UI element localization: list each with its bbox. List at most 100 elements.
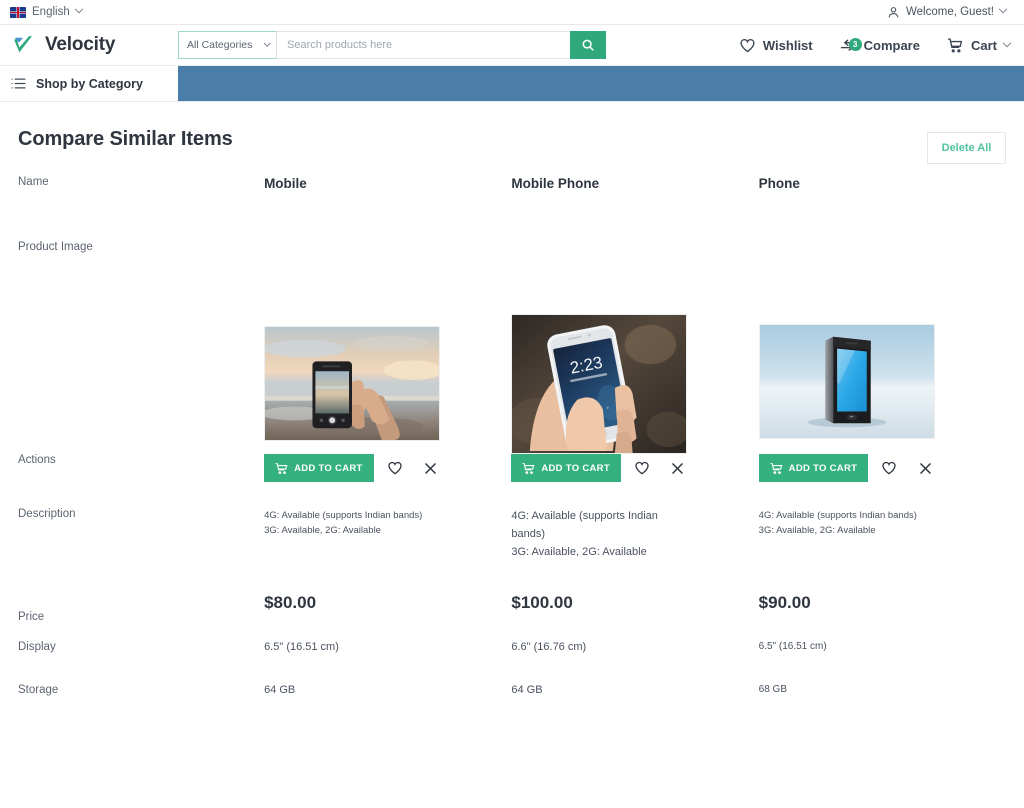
cart-icon [947,38,963,53]
close-x-icon [672,462,684,474]
black-smartphone-render [759,325,934,438]
chevron-down-icon [1002,38,1012,47]
search-input[interactable] [277,31,570,59]
page-title: Compare Similar Items [18,128,233,150]
compare-label: Compare [863,38,920,53]
product-image-1[interactable] [264,326,441,441]
compare-page-content: Compare Similar Items Delete All Name Mo… [0,102,1024,696]
add-to-wishlist-button-3[interactable] [874,454,904,482]
description-line-1: 4G: Available (supports Indian bands) [511,510,658,540]
row-label-price: Price [18,611,45,623]
compare-table: Name Mobile Mobile Phone Phone Product I… [18,176,1006,696]
add-to-cart-button-3[interactable]: ADD TO CART [758,454,869,482]
search-icon [582,39,594,51]
hamburger-list-icon [11,78,26,89]
description-line-2: 3G: Available, 2G: Available [264,525,381,537]
description-cell-3: 4G: Available (supports Indian bands) 3G… [759,508,1006,593]
product-image-cell-3 [758,241,1006,454]
account-menu[interactable]: Welcome, Guest! [887,4,1008,19]
brand-name: Velocity [45,34,116,55]
heart-icon [635,461,649,475]
price-2: $100.00 [511,593,573,612]
shop-by-category-button[interactable]: Shop by Category [0,66,178,101]
category-select[interactable]: All Categories [178,31,277,59]
add-to-cart-label: ADD TO CART [788,462,858,474]
description-line-1: 4G: Available (supports Indian bands) [264,510,423,521]
storage-1: 64 GB [264,684,296,696]
shop-by-category-label: Shop by Category [36,76,143,91]
description-line-2: 3G: Available, 2G: Available [511,545,647,558]
category-bar: Shop by Category [0,66,1024,102]
storage-3: 68 GB [758,684,788,695]
velocity-check-logo [14,36,32,53]
heart-icon [387,461,402,475]
add-to-cart-label: ADD TO CART [294,462,363,474]
product-image-2[interactable]: 2:23 [511,314,688,454]
storage-2: 64 GB [511,684,543,696]
heart-icon [740,39,755,53]
row-label-display: Display [18,641,56,653]
delete-all-button[interactable]: Delete All [927,132,1006,164]
table-row-display: Display 6.5" (16.51 cm) 6.6" (16.76 cm) … [18,641,1006,684]
actions-cell-1: ADD TO CART [264,454,511,508]
description-line-1: 4G: Available (supports Indian bands) [758,510,917,521]
hand-holding-white-iphone-photo: 2:23 [512,315,687,453]
table-row-price: Price $80.00 $100.00 $90.00 [18,593,1006,641]
search-button[interactable] [570,31,606,59]
close-x-icon [919,462,931,474]
add-to-wishlist-button-1[interactable] [380,454,410,482]
language-selector[interactable]: English [10,4,83,18]
product-image-3[interactable] [758,324,935,439]
beach-sunset-phone-photo [265,327,440,440]
close-x-icon [425,462,437,474]
add-to-cart-label: ADD TO CART [541,462,610,474]
chevron-down-icon [263,39,271,47]
remove-from-compare-button-1[interactable] [416,454,446,482]
compare-link[interactable]: 3 Compare [839,37,920,54]
remove-from-compare-button-2[interactable] [663,454,693,482]
language-label: English [32,6,70,18]
compare-count-badge: 3 [848,38,862,51]
cart-icon [770,462,783,474]
product-name-1: Mobile [264,176,307,191]
display-3: 6.5" (16.51 cm) [758,641,827,652]
add-to-cart-button-1[interactable]: ADD TO CART [264,454,374,482]
add-to-cart-button-2[interactable]: ADD TO CART [511,454,621,482]
remove-from-compare-button-3[interactable] [910,454,940,482]
wishlist-link[interactable]: Wishlist [739,37,813,54]
uk-flag-icon [10,6,26,18]
display-1: 6.5" (16.51 cm) [264,641,339,653]
search-bar: All Categories [178,31,606,59]
wishlist-label: Wishlist [762,38,813,53]
product-name-3: Phone [758,176,800,191]
table-row-product-image: Product Image 2:23 [18,241,1006,454]
cart-icon [522,462,535,474]
price-1: $80.00 [264,593,317,612]
promo-banner-strip [178,66,1024,101]
product-image-cell-1 [264,241,511,454]
heart-icon [882,461,896,475]
category-select-value: All Categories [187,39,253,51]
chevron-down-icon [998,4,1008,14]
utility-topbar: English Welcome, Guest! [0,0,1024,25]
page-header: Compare Similar Items Delete All [18,102,1006,164]
user-icon [888,6,899,17]
cart-link[interactable]: Cart [946,37,1012,54]
cart-label: Cart [970,38,997,53]
chevron-down-icon [74,4,83,14]
product-name-2: Mobile Phone [511,176,600,191]
add-to-wishlist-button-2[interactable] [627,454,657,482]
table-row-storage: Storage 64 GB 64 GB 68 GB [18,684,1006,696]
site-header: Velocity All Categories Wishlist 3 C [0,25,1024,66]
cart-icon [275,462,288,474]
description-cell-1: 4G: Available (supports Indian bands) 3G… [264,508,511,593]
price-3: $90.00 [758,593,811,612]
table-row-name: Name Mobile Mobile Phone Phone [18,176,1006,241]
actions-cell-3: ADD TO CART [758,454,1006,508]
header-actions: Wishlist 3 Compare Cart [739,25,1012,66]
actions-cell-2: ADD TO CART [511,454,758,508]
product-image-cell-2: 2:23 [511,241,758,454]
row-label-storage: Storage [18,684,59,696]
brand-logo-link[interactable]: Velocity [0,32,178,58]
row-label-product-image: Product Image [18,241,93,253]
